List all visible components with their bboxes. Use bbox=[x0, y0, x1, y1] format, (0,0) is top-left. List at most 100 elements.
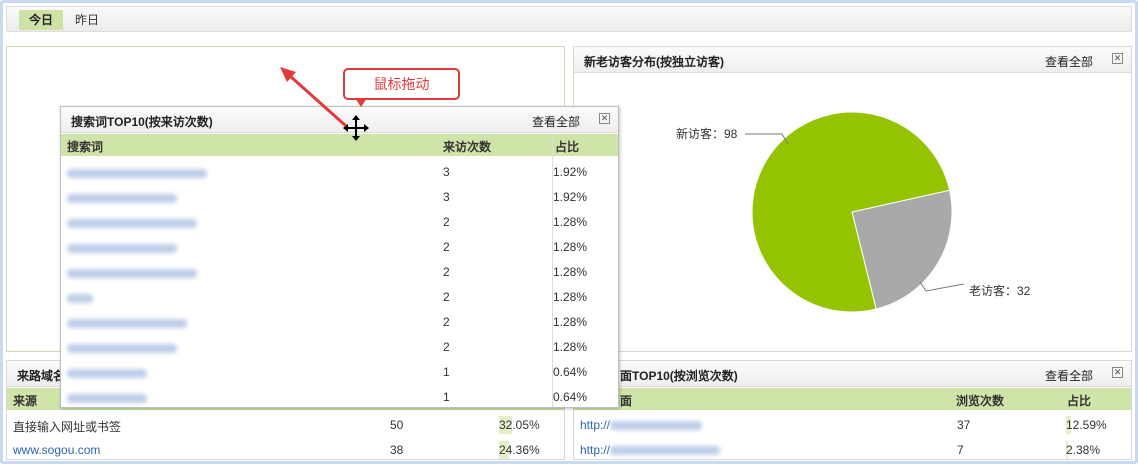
keyword-link[interactable] bbox=[67, 192, 177, 206]
table-row[interactable]: 2 1.28% bbox=[61, 234, 618, 259]
table-row: 直接输入网址或书签 50 32.05% bbox=[7, 412, 564, 437]
keyword-link[interactable] bbox=[67, 342, 177, 356]
table-row[interactable]: 2 1.28% bbox=[61, 259, 618, 284]
blurred-keyword bbox=[67, 194, 177, 203]
blurred-keyword bbox=[67, 269, 197, 278]
table-header: 搜索词 来访次数 占比 bbox=[61, 134, 618, 156]
blurred-keyword bbox=[67, 319, 187, 328]
move-cursor-icon bbox=[343, 115, 369, 141]
old-visitor-label: 老访客：32 bbox=[969, 283, 1031, 298]
column-page: 面 bbox=[620, 394, 633, 408]
visit-count: 1 bbox=[443, 390, 450, 404]
view-all-link[interactable]: 查看全部 bbox=[532, 113, 580, 130]
table-row: www.sogou.com 38 24.36% bbox=[7, 437, 564, 462]
pct-value: 1.28% bbox=[553, 215, 588, 229]
table-row: http:// 7 2.38% bbox=[574, 437, 1131, 462]
pct-cell: 12.59% bbox=[1066, 414, 1126, 436]
keyword-link[interactable] bbox=[67, 292, 93, 306]
pct-value: 1.92% bbox=[553, 190, 588, 204]
keyword-link[interactable] bbox=[67, 217, 197, 231]
blurred-keyword bbox=[67, 394, 147, 403]
pct-value: 1.28% bbox=[553, 265, 588, 279]
close-icon[interactable]: ✕ bbox=[1112, 53, 1123, 64]
keyword-link[interactable] bbox=[67, 317, 187, 331]
visitor-distribution-panel: 新老访客分布(按独立访客) 查看全部 ✕ 新访客：98 老访客：32 bbox=[573, 46, 1132, 352]
pct-value: 32.05% bbox=[499, 418, 540, 432]
pct-value: 24.36% bbox=[499, 443, 540, 457]
pct-cell: 24.36% bbox=[499, 439, 559, 461]
table-row: http:// 37 12.59% bbox=[574, 412, 1131, 437]
blurred-keyword bbox=[67, 344, 177, 353]
table-row[interactable]: 3 1.92% bbox=[61, 184, 618, 209]
pct-value: 1.28% bbox=[553, 240, 588, 254]
table-row[interactable]: 2 1.28% bbox=[61, 284, 618, 309]
visit-count: 38 bbox=[390, 443, 404, 457]
visit-count: 2 bbox=[443, 290, 450, 304]
pct-value: 1.92% bbox=[553, 165, 588, 179]
close-icon[interactable]: ✕ bbox=[599, 113, 610, 124]
panel-title: 来路域名 bbox=[17, 369, 66, 383]
table-header: 面 浏览次数 占比 bbox=[574, 388, 1131, 410]
pct-value: 2.38% bbox=[1066, 443, 1101, 457]
keyword-link[interactable] bbox=[67, 167, 207, 181]
visit-count: 1 bbox=[443, 365, 450, 379]
close-icon[interactable]: ✕ bbox=[1112, 367, 1123, 378]
blurred-keyword bbox=[67, 369, 147, 378]
table-row[interactable]: 2 1.28% bbox=[61, 309, 618, 334]
url-prefix: http:// bbox=[580, 418, 611, 432]
blurred-url bbox=[610, 421, 703, 431]
visit-count: 2 bbox=[443, 265, 450, 279]
pct-value: 1.28% bbox=[553, 315, 588, 329]
table-row[interactable]: 1 0.64% bbox=[61, 359, 618, 384]
keyword-link[interactable] bbox=[67, 242, 177, 256]
keyword-link[interactable] bbox=[67, 267, 197, 281]
tab-today[interactable]: 今日 bbox=[19, 10, 64, 30]
pct-cell: 32.05% bbox=[499, 414, 559, 436]
blurred-keyword bbox=[67, 169, 207, 178]
column-ratio: 占比 bbox=[1067, 394, 1092, 408]
page-url[interactable]: http:// bbox=[580, 418, 703, 432]
blurred-url bbox=[610, 446, 721, 456]
panel-header[interactable]: 搜索词TOP10(按来访次数) 查看全部 ✕ bbox=[61, 107, 618, 133]
new-visitor-label: 新访客：98 bbox=[676, 126, 738, 141]
pct-cell: 2.38% bbox=[1066, 439, 1126, 461]
panel-title: 面TOP10(按浏览次数) bbox=[620, 369, 738, 383]
keyword-link[interactable] bbox=[67, 392, 147, 406]
visit-count: 2 bbox=[443, 240, 450, 254]
panel-title: 搜索词TOP10(按来访次数) bbox=[71, 115, 213, 129]
column-views: 浏览次数 bbox=[956, 394, 1005, 408]
visit-count: 3 bbox=[443, 190, 450, 204]
page-top10-panel: 面TOP10(按浏览次数) 查看全部 ✕ 面 浏览次数 占比 http:// 3… bbox=[573, 360, 1132, 460]
tab-yesterday[interactable]: 昨日 bbox=[65, 10, 109, 30]
column-keyword: 搜索词 bbox=[67, 140, 104, 154]
view-count: 7 bbox=[957, 443, 964, 457]
date-tab-bar: 今日 昨日 bbox=[6, 6, 1132, 32]
source-name: 直接输入网址或书签 bbox=[13, 420, 122, 434]
visit-count: 3 bbox=[443, 165, 450, 179]
table-row[interactable]: 2 1.28% bbox=[61, 334, 618, 359]
keyword-link[interactable] bbox=[67, 367, 147, 381]
visit-count: 2 bbox=[443, 215, 450, 229]
pie-chart: 新访客：98 老访客：32 bbox=[676, 111, 1031, 313]
blurred-keyword bbox=[67, 219, 197, 228]
panel-title: 新老访客分布(按独立访客) bbox=[584, 55, 724, 69]
view-all-link[interactable]: 查看全部 bbox=[1045, 367, 1093, 384]
table-row[interactable]: 1 0.64% bbox=[61, 384, 618, 409]
blurred-keyword bbox=[67, 294, 93, 303]
view-count: 37 bbox=[957, 418, 971, 432]
visit-count: 2 bbox=[443, 340, 450, 354]
column-visits: 来访次数 bbox=[443, 140, 492, 154]
table-row[interactable]: 3 1.92% bbox=[61, 159, 618, 184]
table-row[interactable]: 2 1.28% bbox=[61, 209, 618, 234]
pct-value: 1.28% bbox=[553, 340, 588, 354]
view-all-link[interactable]: 查看全部 bbox=[1045, 53, 1093, 70]
search-keyword-panel-dragging[interactable]: 搜索词TOP10(按来访次数) 查看全部 ✕ 搜索词 来访次数 占比 3 1.92… bbox=[60, 106, 619, 408]
source-link[interactable]: www.sogou.com bbox=[13, 443, 100, 457]
callout-tail bbox=[355, 98, 367, 107]
panel-header: 新老访客分布(按独立访客) 查看全部 ✕ bbox=[574, 47, 1131, 73]
visit-count: 2 bbox=[443, 315, 450, 329]
url-prefix: http:// bbox=[580, 443, 611, 457]
page-url[interactable]: http:// bbox=[580, 443, 721, 457]
panel-header: 面TOP10(按浏览次数) 查看全部 ✕ bbox=[574, 361, 1131, 387]
column-source: 来源 bbox=[13, 394, 38, 408]
